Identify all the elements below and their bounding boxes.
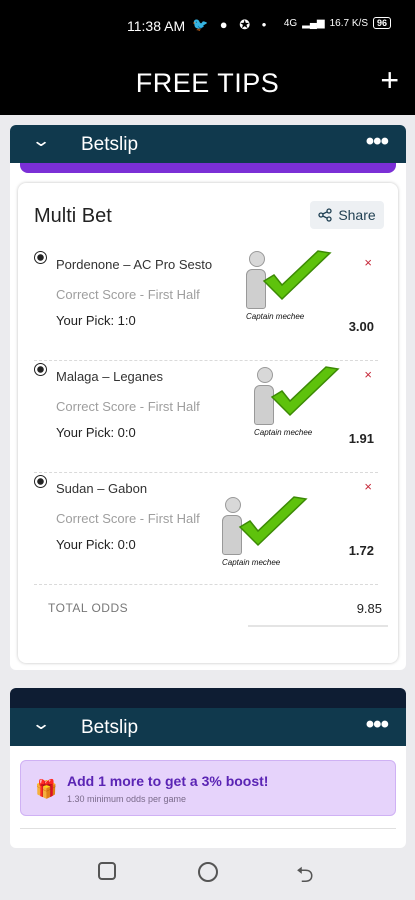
checkmark-icon: [238, 496, 308, 547]
bet-pick: Your Pick: 1:0: [56, 313, 136, 328]
notification-icons: 🐦 ● ✪ •: [192, 17, 271, 32]
more-menu-button[interactable]: •••: [366, 711, 389, 739]
soccer-ball-icon: [34, 363, 47, 376]
action-buttons-faded: [248, 625, 388, 631]
bet-match: Malaga – Leganes: [56, 369, 163, 384]
chevron-down-icon[interactable]: ⌄: [31, 131, 51, 151]
total-odds-label: TOTAL ODDS: [48, 601, 129, 615]
chevron-down-icon[interactable]: ⌄: [31, 714, 51, 734]
bet-item: Malaga – Leganes Correct Score - First H…: [32, 361, 378, 473]
system-nav-bar: ⮌: [0, 848, 415, 900]
boost-title: Add 1 more to get a 3% boost!: [67, 773, 269, 789]
back-icon[interactable]: ⮌: [296, 858, 314, 896]
total-odds-value: 9.85: [356, 601, 382, 616]
bet-match: Pordenone – AC Pro Sesto: [56, 257, 213, 272]
bet-market: Correct Score - First Half: [56, 399, 200, 414]
winning-tick-sticker: Captain mechee: [250, 365, 346, 437]
network-speed: 16.7 K/S: [329, 17, 368, 29]
status-bar: 11:38 AM 🐦 ● ✪ • 4G ▂▄▆ 16.7 K/S 96: [0, 0, 415, 50]
app-bar: FREE TIPS +: [0, 50, 415, 115]
home-icon[interactable]: [198, 862, 218, 882]
sticker-caption: Captain mechee: [246, 312, 305, 321]
bet-match: Sudan – Gabon: [56, 481, 148, 496]
gift-icon: 🎁: [35, 779, 58, 799]
bet-item: Sudan – Gabon Correct Score - First Half…: [32, 473, 378, 585]
multi-bet-panel: Multi Bet Share Pordenone – AC Pro Sesto…: [18, 183, 398, 663]
betslip-card: ⌄ Betslip ••• Multi Bet Share Pordenone …: [10, 125, 406, 670]
checkmark-icon: [270, 366, 340, 417]
soccer-ball-icon: [34, 251, 47, 264]
share-label: Share: [338, 207, 376, 223]
sticker-caption: Captain mechee: [254, 428, 313, 437]
add-button[interactable]: +: [380, 62, 399, 99]
betslip-title: Betslip: [81, 717, 139, 738]
betslip-header[interactable]: ⌄ Betslip •••: [10, 125, 406, 163]
app-title: FREE TIPS: [135, 68, 280, 98]
status-right: 4G ▂▄▆ 16.7 K/S 96: [284, 17, 391, 29]
status-time: 11:38 AM: [127, 18, 186, 34]
bet-odds: 1.91: [348, 431, 374, 446]
remove-bet-button[interactable]: ×: [364, 255, 372, 270]
next-panel-peek: [20, 828, 396, 848]
accent-strip: [20, 163, 396, 173]
divider: [34, 584, 378, 585]
winning-tick-sticker: Captain mechee: [242, 249, 338, 321]
bet-pick: Your Pick: 0:0: [56, 537, 136, 552]
sticker-caption: Captain mechee: [222, 558, 281, 567]
betslip-card-2: ⌄ Betslip ••• 🎁 Add 1 more to get a 3% b…: [10, 688, 406, 848]
winning-tick-sticker: Captain mechee: [218, 495, 314, 567]
soccer-ball-icon: [34, 475, 47, 488]
remove-bet-button[interactable]: ×: [364, 367, 372, 382]
share-icon: [318, 208, 332, 222]
boost-banner[interactable]: 🎁 Add 1 more to get a 3% boost! 1.30 min…: [20, 760, 396, 816]
bet-market: Correct Score - First Half: [56, 287, 200, 302]
boost-subtitle: 1.30 minimum odds per game: [67, 794, 187, 804]
bet-item: Pordenone – AC Pro Sesto Correct Score -…: [32, 249, 378, 361]
share-button[interactable]: Share: [310, 201, 384, 229]
battery-icon: 96: [372, 17, 391, 29]
betslip-title: Betslip: [81, 134, 139, 155]
bet-odds: 3.00: [348, 319, 374, 334]
recent-apps-icon[interactable]: [98, 862, 116, 880]
checkmark-icon: [262, 250, 332, 301]
more-menu-button[interactable]: •••: [366, 128, 389, 156]
bet-market: Correct Score - First Half: [56, 511, 200, 526]
header-topbar: [10, 688, 406, 708]
bet-pick: Your Pick: 0:0: [56, 425, 136, 440]
network-icon: 4G: [283, 17, 298, 29]
remove-bet-button[interactable]: ×: [364, 479, 372, 494]
bet-odds: 1.72: [348, 543, 374, 558]
betslip-header[interactable]: ⌄ Betslip •••: [10, 708, 406, 746]
multi-bet-heading: Multi Bet: [34, 205, 112, 227]
signal-icon: ▂▄▆: [302, 17, 325, 29]
